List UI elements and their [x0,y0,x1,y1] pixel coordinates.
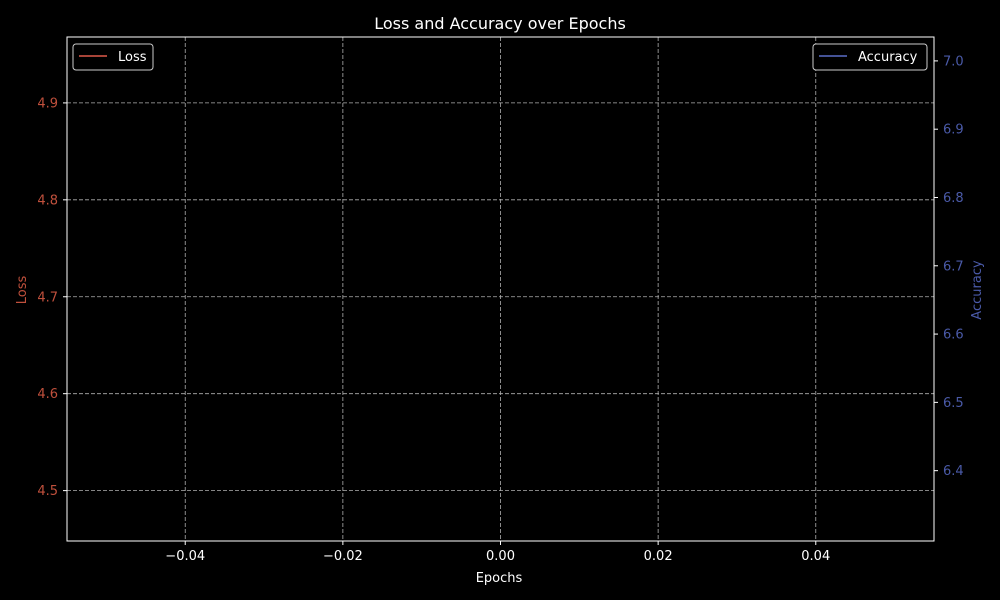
accuracy-tick-label: 6.5 [943,396,964,411]
accuracy-tick-label: 6.4 [943,464,964,479]
x-axis-label: Epochs [476,571,523,586]
x-tick-label: 0.04 [801,549,830,564]
x-tick-label: 0.02 [644,549,673,564]
legend-loss: Loss [72,43,154,71]
loss-tick-label: 4.9 [37,96,58,111]
x-tick-label: −0.04 [165,549,205,564]
loss-tick-label: 4.7 [37,290,58,305]
accuracy-tick-label: 6.8 [943,191,964,206]
legend-accuracy-label: Accuracy [858,50,918,65]
legend-accuracy: Accuracy [812,43,928,71]
loss-tick-label: 4.5 [37,484,58,499]
accuracy-axis-label: Accuracy [970,260,985,320]
loss-axis-label: Loss [15,276,30,305]
figure-background [0,0,1000,600]
accuracy-tick-label: 6.9 [943,123,964,138]
accuracy-tick-label: 7.0 [943,54,964,69]
loss-tick-label: 4.8 [37,193,58,208]
chart: Loss and Accuracy over Epochs −0.04 −0.02… [0,0,1000,600]
loss-tick-label: 4.6 [37,387,58,402]
legend-loss-label: Loss [118,50,147,65]
x-tick-label: 0.00 [486,549,515,564]
accuracy-tick-label: 6.7 [943,259,964,274]
x-tick-label: −0.02 [323,549,363,564]
accuracy-tick-label: 6.6 [943,328,964,343]
chart-title: Loss and Accuracy over Epochs [374,14,626,33]
